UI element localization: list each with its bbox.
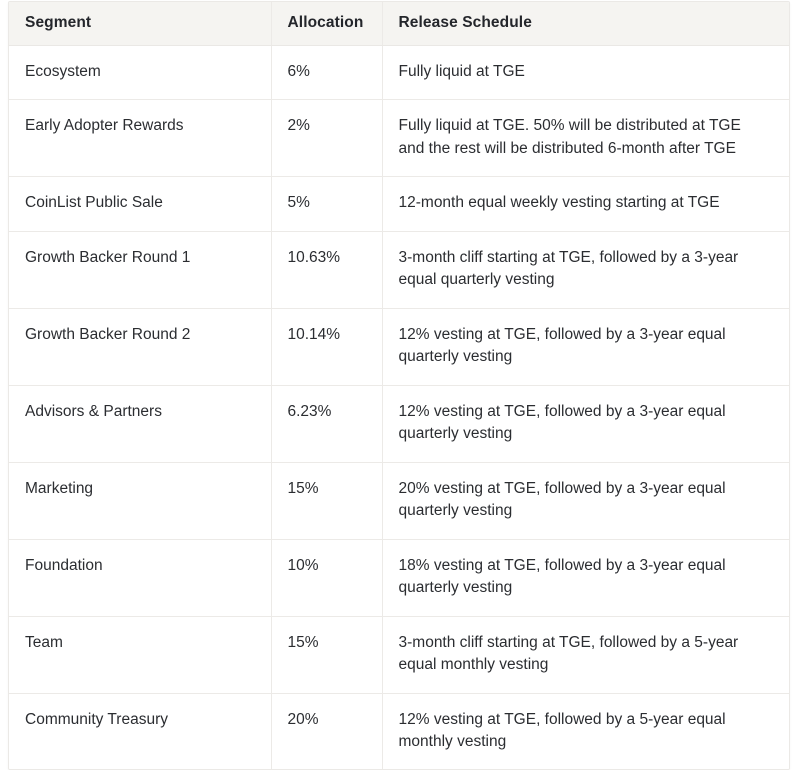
cell-release-schedule: 18% vesting at TGE, followed by a 3-year… [382, 538, 789, 617]
cell-segment: Advisors & Partners [9, 384, 272, 463]
table-row: Ecosystem 6% Fully liquid at TGE [9, 45, 789, 100]
cell-release-schedule: 20% vesting at TGE, followed by a 3-year… [382, 461, 789, 540]
cell-segment: Early Adopter Rewards [9, 99, 272, 177]
cell-release-schedule: 3-month cliff starting at TGE, followed … [382, 615, 789, 693]
table-row: Foundation 10% 18% vesting at TGE, follo… [9, 538, 789, 617]
table-header: Segment Allocation Release Schedule [9, 2, 789, 46]
table-row: Early Adopter Rewards 2% Fully liquid at… [9, 99, 789, 177]
table-row: Growth Backer Round 2 10.14% 12% vesting… [9, 307, 789, 386]
column-header-release-schedule: Release Schedule [382, 2, 789, 46]
table-row: Community Treasury 20% 12% vesting at TG… [9, 692, 789, 770]
table-row: Team 15% 3-month cliff starting at TGE, … [9, 615, 789, 693]
cell-segment: Community Treasury [9, 692, 272, 770]
table-row: Advisors & Partners 6.23% 12% vesting at… [9, 384, 789, 463]
cell-release-schedule: 12-month equal weekly vesting starting a… [382, 176, 789, 232]
cell-allocation: 5% [271, 176, 383, 232]
column-header-allocation: Allocation [271, 2, 383, 46]
cell-allocation: 6% [271, 45, 383, 100]
cell-segment: CoinList Public Sale [9, 176, 272, 232]
cell-release-schedule: 12% vesting at TGE, followed by a 3-year… [382, 384, 789, 463]
table-row: CoinList Public Sale 5% 12-month equal w… [9, 176, 789, 232]
column-header-segment: Segment [9, 2, 272, 46]
cell-allocation: 10% [271, 538, 383, 617]
cell-segment: Growth Backer Round 1 [9, 230, 272, 309]
cell-segment: Foundation [9, 538, 272, 617]
cell-allocation: 6.23% [271, 384, 383, 463]
table-row: Growth Backer Round 1 10.63% 3-month cli… [9, 230, 789, 309]
cell-release-schedule: 12% vesting at TGE, followed by a 5-year… [382, 692, 789, 770]
cell-allocation: 2% [271, 99, 383, 177]
cell-allocation: 10.14% [271, 307, 383, 386]
table-row: Marketing 15% 20% vesting at TGE, follow… [9, 461, 789, 540]
token-allocation-table-container: Segment Allocation Release Schedule Ecos… [8, 1, 790, 770]
cell-allocation: 15% [271, 461, 383, 540]
cell-release-schedule: 3-month cliff starting at TGE, followed … [382, 230, 789, 309]
cell-segment: Marketing [9, 461, 272, 540]
cell-allocation: 15% [271, 615, 383, 693]
cell-allocation: 10.63% [271, 230, 383, 309]
cell-allocation: 20% [271, 692, 383, 770]
cell-segment: Growth Backer Round 2 [9, 307, 272, 386]
table-header-row: Segment Allocation Release Schedule [9, 2, 789, 46]
cell-segment: Team [9, 615, 272, 693]
token-allocation-table: Segment Allocation Release Schedule Ecos… [9, 2, 789, 770]
cell-release-schedule: Fully liquid at TGE [382, 45, 789, 100]
cell-release-schedule: Fully liquid at TGE. 50% will be distrib… [382, 99, 789, 177]
cell-release-schedule: 12% vesting at TGE, followed by a 3-year… [382, 307, 789, 386]
cell-segment: Ecosystem [9, 45, 272, 100]
table-body: Ecosystem 6% Fully liquid at TGE Early A… [9, 45, 789, 770]
